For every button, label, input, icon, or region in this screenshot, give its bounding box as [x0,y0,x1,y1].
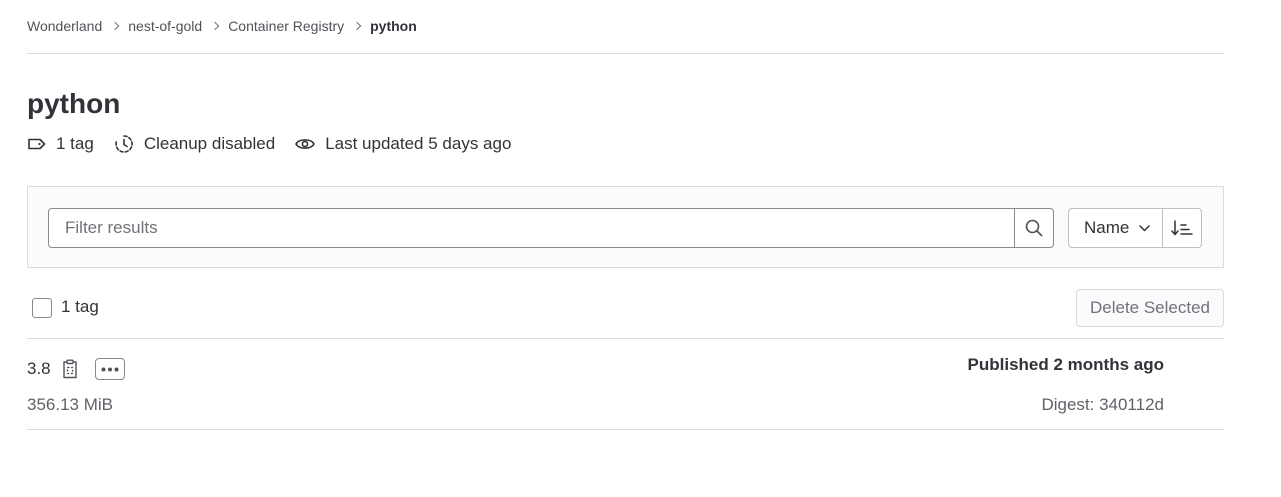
breadcrumb-item-wonderland[interactable]: Wonderland [27,18,102,34]
sort-field-dropdown[interactable]: Name [1069,209,1164,247]
tag-published: Published 2 months ago [967,355,1164,374]
chevron-right-icon [212,16,218,36]
more-actions-button[interactable] [95,358,125,380]
breadcrumb-item-nest-of-gold[interactable]: nest-of-gold [128,18,202,34]
breadcrumb: Wonderland nest-of-gold Container Regist… [27,16,417,36]
select-all-checkbox[interactable] [32,298,52,318]
chevron-right-icon [354,16,360,36]
divider [27,429,1224,430]
tags-count-label: 1 tag [61,297,99,316]
sort-control: Name [1068,208,1203,248]
meta-cleanup: Cleanup disabled [114,134,275,154]
filter-search-input[interactable] [49,209,1014,247]
tag-row: 3.8 356.13 MiB Published 2 months ago Di… [27,339,1224,429]
breadcrumb-item-container-registry[interactable]: Container Registry [228,18,344,34]
search-button[interactable] [1014,209,1053,247]
divider [27,53,1224,54]
meta-tags-label: 1 tag [56,134,94,153]
page: Wonderland nest-of-gold Container Regist… [0,0,1281,497]
tags-list-header: 1 tag Delete Selected [27,289,1224,329]
copy-to-clipboard-icon [63,359,77,379]
search-box [48,208,1054,248]
meta-tags-count: 1 tag [27,134,94,154]
breadcrumb-item-current[interactable]: python [370,18,417,34]
eye-icon [295,139,316,149]
delete-selected-button[interactable]: Delete Selected [1076,289,1224,327]
search-icon [1025,219,1043,237]
chevron-down-icon [1139,224,1151,232]
meta-cleanup-label: Cleanup disabled [143,134,276,153]
expire-clock-icon [115,135,133,153]
sort-field-label: Name [1084,218,1130,237]
copy-tag-button[interactable] [60,359,80,379]
image-meta: 1 tag Cleanup disabled Last updated 5 da… [27,130,531,158]
ellipsis-icon [101,367,119,371]
filter-bar: Name [27,186,1224,268]
meta-updated-label: Last updated 5 days ago [325,134,512,153]
tag-name: 3.8 [27,359,51,378]
tag-digest: Digest: 340112d [1041,395,1164,414]
page-title: python [27,88,121,119]
sort-lowest-icon [1171,220,1194,236]
meta-updated: Last updated 5 days ago [295,134,511,154]
tag-size: 356.13 MiB [27,395,113,414]
chevron-right-icon [112,16,118,36]
sort-direction-button[interactable] [1163,209,1201,247]
label-icon [28,138,46,150]
